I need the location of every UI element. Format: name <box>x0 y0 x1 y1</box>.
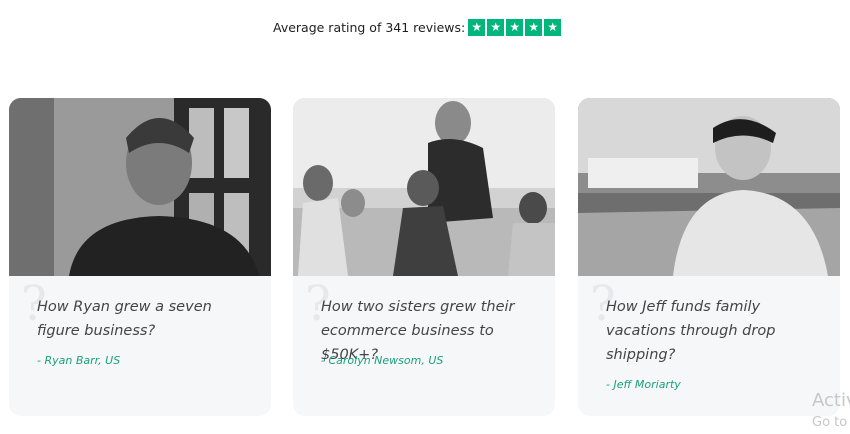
testimonial-author: - Carolyn Newsom, US <box>321 354 444 367</box>
star-rating: ★ ★ ★ ★ ★ <box>468 18 562 36</box>
watermark-line2: Go to <box>812 415 848 430</box>
testimonial-title[interactable]: How Ryan grew a seven figure business? <box>37 295 252 343</box>
testimonial-card[interactable]: ? How Ryan grew a seven figure business?… <box>9 98 271 416</box>
watermark-line1: Activ <box>812 390 850 411</box>
star-icon: ★ <box>506 18 524 36</box>
testimonial-author: - Jeff Moriarty <box>606 378 681 391</box>
rating-text: Average rating of 341 reviews: <box>273 19 466 35</box>
testimonial-title[interactable]: How Jeff funds family vacations through … <box>606 295 821 367</box>
star-icon: ★ <box>525 18 543 36</box>
star-icon: ★ <box>487 18 505 36</box>
testimonial-author: - Ryan Barr, US <box>37 354 121 367</box>
testimonial-photo <box>293 98 555 276</box>
windows-activation-watermark: Activ Go to <box>812 390 850 434</box>
testimonial-card[interactable]: ? How two sisters grew their ecommerce b… <box>293 98 555 416</box>
testimonial-photo <box>9 98 271 276</box>
testimonial-card[interactable]: ? How Jeff funds family vacations throug… <box>578 98 840 416</box>
star-icon: ★ <box>468 18 486 36</box>
testimonial-photo <box>578 98 840 276</box>
star-icon: ★ <box>544 18 562 36</box>
rating-summary: Average rating of 341 reviews: ★ ★ ★ ★ ★ <box>273 17 562 37</box>
